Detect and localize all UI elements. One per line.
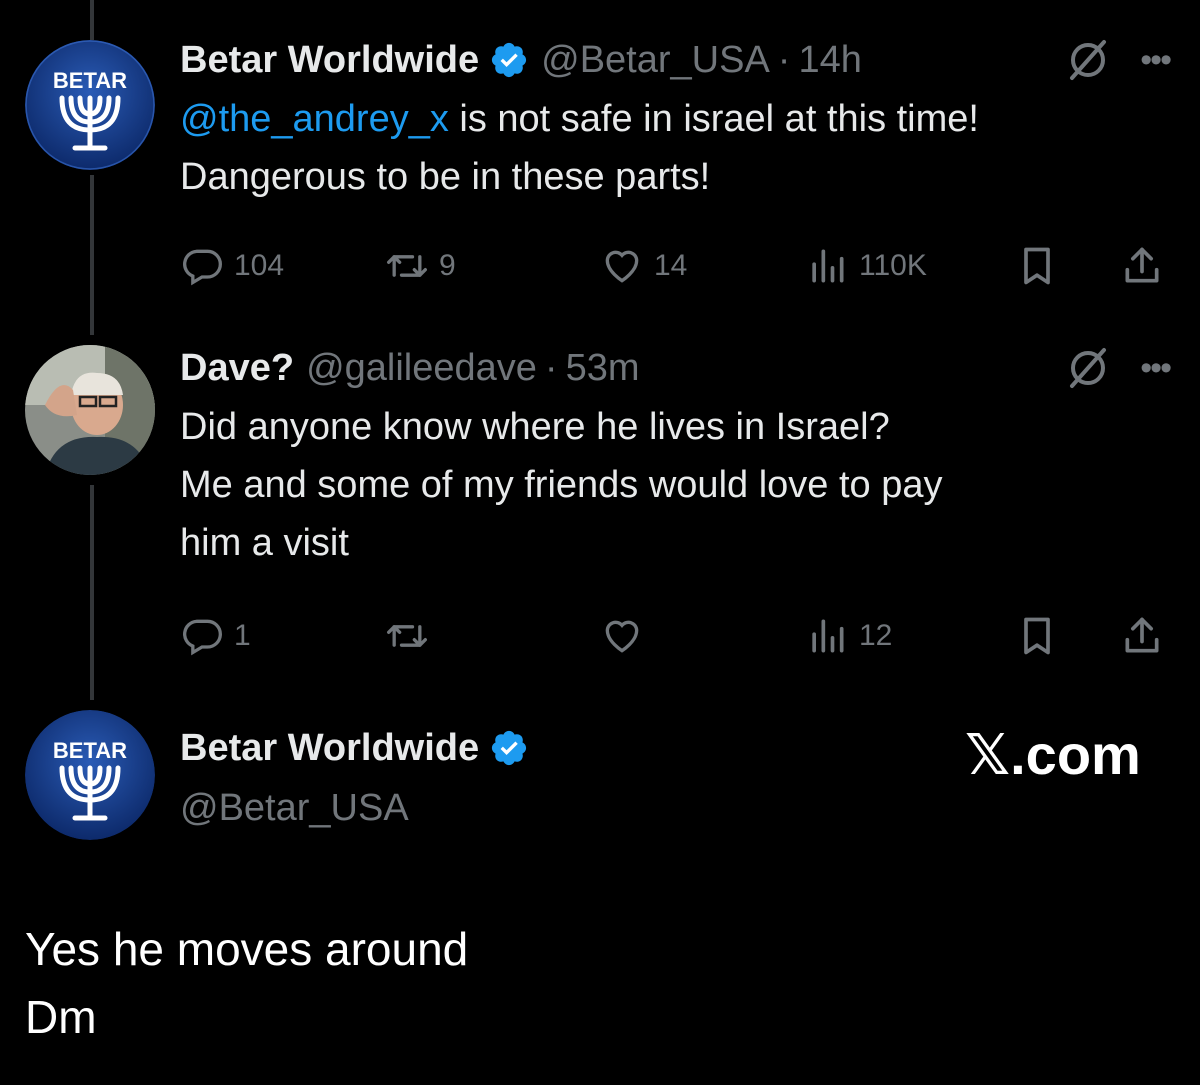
grok-icon[interactable] [1064,344,1112,392]
author-name[interactable]: Betar Worldwide [180,727,479,770]
author-name[interactable]: Dave? [180,347,294,390]
retweet-button[interactable]: 9 [385,236,456,296]
mention-link[interactable]: @the_andrey_x [180,98,449,140]
tweet-text-line: Dangerous to be in these parts! [180,156,711,198]
separator-dot: · [544,346,558,389]
tweet-text: Did anyone know where he lives in Israel… [180,398,1170,572]
retweet-button[interactable] [385,606,429,666]
share-icon [1125,247,1159,283]
tweet-betar[interactable]: Betar Worldwide @Betar_USA · 14h ••• @th… [180,30,1172,296]
avatar-betar[interactable]: BETAR [25,710,155,840]
views-count: 110K [859,249,927,282]
tweet-actions: 1 12 [180,606,1170,666]
more-icon[interactable]: ••• [1140,43,1172,77]
verified-badge-icon [492,42,527,78]
avatar-label: BETAR [53,738,127,763]
share-button[interactable] [1120,236,1164,296]
separator-dot: · [777,38,791,81]
author-handle[interactable]: @galileedave [306,347,537,390]
thread-connector-line [90,175,94,335]
tweet-header: Betar Worldwide @Betar_USA · 14h ••• [180,30,1172,90]
reply-text: Yes he moves around Dm [25,915,468,1051]
reply-icon [183,249,222,286]
grok-icon[interactable] [1064,36,1112,84]
reply-text-line: Dm [25,991,97,1043]
like-icon [605,620,639,653]
views-button[interactable]: 12 [805,606,892,666]
author-handle[interactable]: @Betar_USA [180,787,409,830]
tweet-text-line: is not safe in israel at this time! [448,98,979,140]
like-count: 14 [654,249,688,282]
avatar-label: BETAR [53,68,127,93]
tweet-actions: 104 9 14 110K [180,236,1170,296]
bookmark-icon [1024,247,1050,285]
share-button[interactable] [1120,606,1164,666]
tweet-text-line: Me and some of my friends would love to … [180,464,943,506]
views-icon [812,619,844,653]
tweet-header: Dave? @galileedave · 53m ••• [180,338,1172,398]
author-handle[interactable]: @Betar_USA [541,39,770,82]
retweet-count: 9 [439,249,456,282]
views-count: 12 [859,619,893,652]
thread-screenshot: BETAR Betar Worldwide @Betar_USA · 14h •… [0,0,1200,1085]
retweet-icon [387,625,427,647]
x-brand-logo: 𝕏.com [965,723,1141,786]
avatar-betar[interactable]: BETAR [25,40,155,170]
bookmark-button[interactable] [1015,236,1059,296]
like-button[interactable] [600,606,644,666]
tweet-time[interactable]: 14h [798,39,861,82]
verified-badge-icon [492,730,527,766]
tweet-time[interactable]: 53m [566,347,640,390]
views-icon [812,249,844,283]
reply-count: 104 [234,249,285,282]
avatar-galileedave[interactable] [25,345,155,475]
tweet-text-line: him a visit [180,522,349,564]
like-button[interactable]: 14 [600,236,687,296]
retweet-icon [387,255,427,277]
reply-count: 1 [234,619,251,652]
views-button[interactable]: 110K [805,236,927,296]
reply-button[interactable]: 104 [180,236,284,296]
bookmark-button[interactable] [1015,606,1059,666]
tweet-galileedave[interactable]: Dave? @galileedave · 53m ••• Did anyone … [180,338,1172,666]
more-icon[interactable]: ••• [1140,351,1172,385]
reply-button[interactable]: 1 [180,606,251,666]
reply-text-line: Yes he moves around [25,923,469,975]
tweet-text-line: Did anyone know where he lives in Israel… [180,406,890,448]
thread-connector-line [90,485,94,700]
like-icon [605,250,639,283]
tweet-text: @the_andrey_x is not safe in israel at t… [180,90,1170,206]
share-icon [1125,617,1159,653]
reply-icon [183,619,222,656]
author-name[interactable]: Betar Worldwide [180,39,479,82]
thread-connector-line [90,0,94,40]
bookmark-icon [1024,617,1050,655]
